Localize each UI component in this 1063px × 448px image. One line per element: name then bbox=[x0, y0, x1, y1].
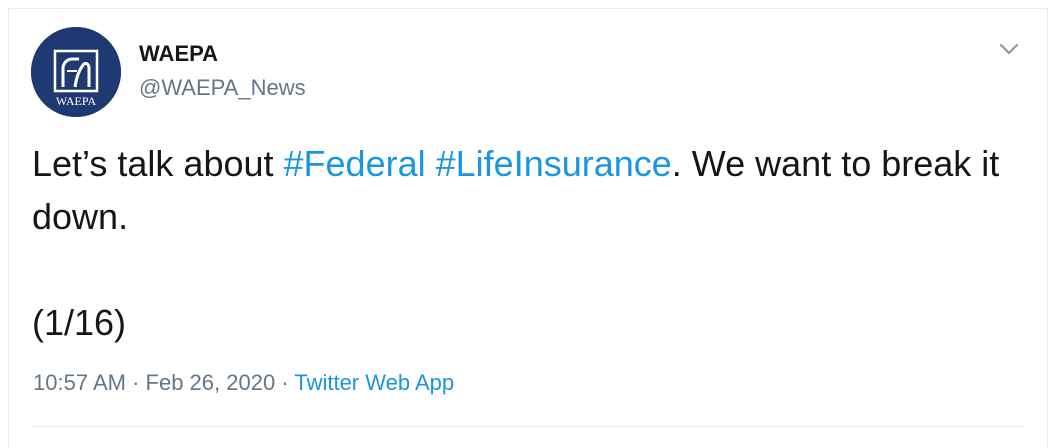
tweet-time[interactable]: 10:57 AM bbox=[33, 370, 126, 395]
avatar-logo-text: WAEPA bbox=[56, 94, 97, 108]
tweet-text-part: Let’s talk about bbox=[32, 143, 284, 184]
tweet-text: Let’s talk about #Federal #LifeInsurance… bbox=[32, 137, 1012, 349]
tweet-menu-button[interactable] bbox=[995, 35, 1023, 63]
tweet-text-space bbox=[426, 143, 436, 184]
author-handle[interactable]: @WAEPA_News bbox=[139, 75, 306, 101]
hashtag-lifeinsurance-link[interactable]: #LifeInsurance bbox=[436, 143, 672, 184]
tweet-date[interactable]: Feb 26, 2020 bbox=[146, 370, 276, 395]
tweet-meta: 10:57 AM · Feb 26, 2020 · Twitter Web Ap… bbox=[33, 369, 454, 397]
meta-separator: · bbox=[275, 370, 295, 395]
tweet-source-link[interactable]: Twitter Web App bbox=[294, 370, 454, 395]
avatar[interactable]: WAEPA bbox=[31, 27, 121, 117]
meta-separator: · bbox=[125, 370, 146, 395]
thread-counter: (1/16) bbox=[32, 302, 127, 343]
waepa-logo-icon: WAEPA bbox=[31, 27, 121, 117]
hashtag-federal-link[interactable]: #Federal bbox=[284, 143, 426, 184]
author-display-name[interactable]: WAEPA bbox=[139, 41, 218, 67]
tweet-card: WAEPA WAEPA @WAEPA_News Let’s talk about… bbox=[8, 8, 1048, 448]
chevron-down-icon bbox=[999, 43, 1019, 55]
divider bbox=[31, 426, 1025, 427]
